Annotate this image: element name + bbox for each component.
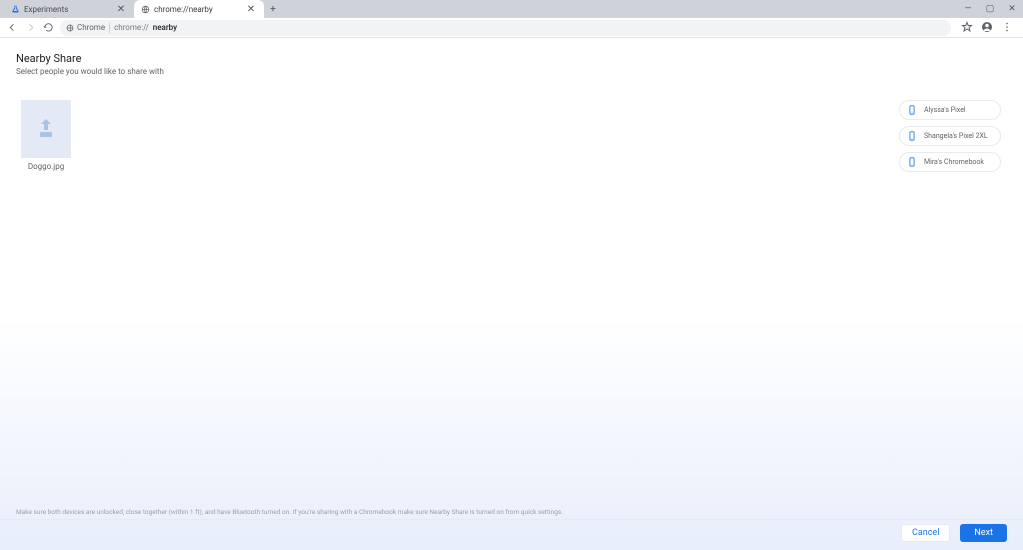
profile-icon[interactable] [981, 18, 993, 37]
maximize-button[interactable]: ▢ [979, 0, 1001, 18]
share-file-item[interactable]: Doggo.jpg [21, 100, 71, 171]
cancel-button[interactable]: Cancel [901, 524, 950, 542]
separator [0, 519, 1023, 520]
toolbar: Chrome chrome:// nearby [0, 18, 1023, 38]
tab-nearby[interactable]: chrome://nearby ✕ [134, 0, 264, 18]
window-controls: — ▢ ✕ [957, 0, 1023, 18]
next-button[interactable]: Next [960, 524, 1007, 542]
tab-label: Experiments [24, 5, 112, 14]
tab-label: chrome://nearby [154, 5, 242, 14]
url-scheme: chrome:// [114, 23, 149, 32]
file-name: Doggo.jpg [28, 162, 64, 171]
page-content: Nearby Share Select people you would lik… [0, 38, 1023, 550]
minimize-button[interactable]: — [957, 0, 979, 18]
address-bar[interactable]: Chrome chrome:// nearby [60, 20, 951, 36]
divider [109, 23, 110, 33]
device-label: Mira's Chromebook [924, 158, 984, 166]
device-item[interactable]: Mira's Chromebook [899, 152, 1001, 172]
back-button[interactable] [6, 22, 18, 34]
phone-icon [906, 130, 918, 142]
flask-icon [10, 4, 20, 14]
toolbar-right [957, 18, 1017, 37]
url-path: nearby [153, 23, 177, 32]
bookmark-icon[interactable] [961, 18, 973, 37]
tab-strip: Experiments ✕ chrome://nearby ✕ + — ▢ ✕ [0, 0, 1023, 18]
footer-actions: Cancel Next [901, 524, 1007, 542]
device-list: Alyssa's Pixel Shangela's Pixel 2XL Mira… [899, 100, 1001, 172]
device-item[interactable]: Alyssa's Pixel [899, 100, 1001, 120]
page-subtitle: Select people you would like to share wi… [16, 67, 1007, 76]
file-thumbnail [21, 100, 71, 158]
site-chip-label: Chrome [77, 23, 105, 32]
site-chip: Chrome [66, 23, 105, 32]
new-tab-button[interactable]: + [264, 0, 282, 18]
close-icon[interactable]: ✕ [246, 4, 256, 14]
forward-button[interactable] [24, 22, 36, 34]
phone-icon [906, 104, 918, 116]
page-title: Nearby Share [16, 52, 1007, 65]
device-label: Alyssa's Pixel [924, 106, 966, 114]
phone-icon [906, 156, 918, 168]
overflow-menu-icon[interactable] [1001, 18, 1013, 37]
hint-text: Make sure both devices are unlocked, clo… [16, 508, 563, 516]
reload-button[interactable] [42, 22, 54, 34]
device-item[interactable]: Shangela's Pixel 2XL [899, 126, 1001, 146]
tab-experiments[interactable]: Experiments ✕ [4, 0, 134, 18]
close-window-button[interactable]: ✕ [1001, 0, 1023, 18]
globe-icon [140, 4, 150, 14]
device-label: Shangela's Pixel 2XL [924, 132, 988, 140]
close-icon[interactable]: ✕ [116, 4, 126, 14]
page-header: Nearby Share Select people you would lik… [0, 38, 1023, 76]
